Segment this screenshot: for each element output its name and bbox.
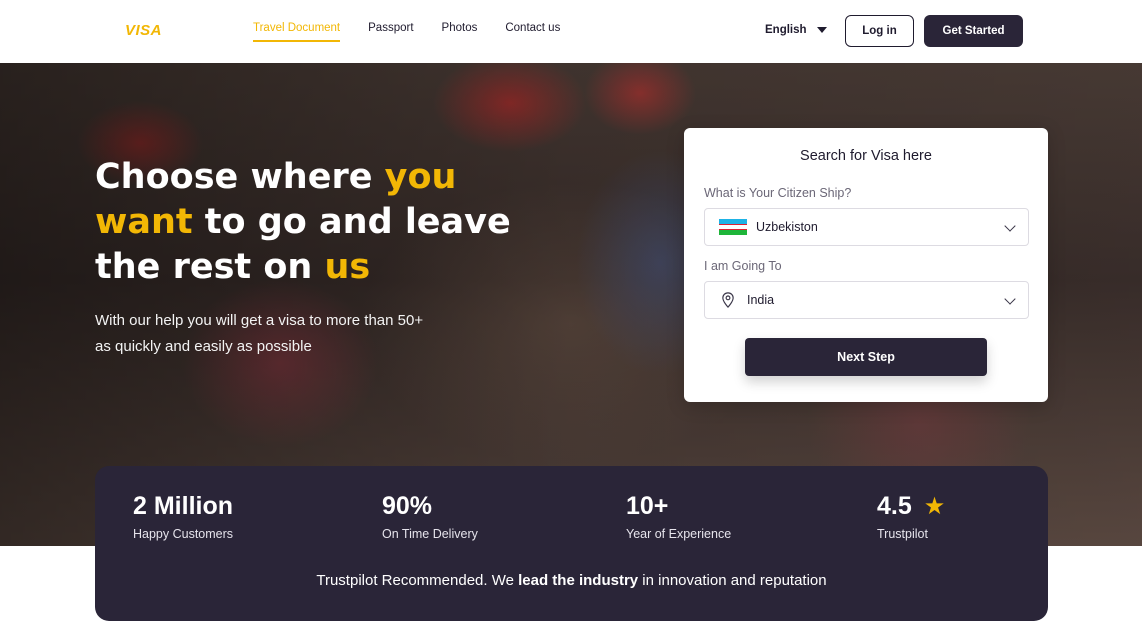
stat-value: 2 Million [133, 492, 233, 520]
hero-subtitle: With our help you will get a visa to mor… [95, 312, 424, 355]
stat-value: 10+ [626, 492, 669, 520]
chevron-down-icon [1004, 220, 1016, 232]
citizenship-label: What is Your Citizen Ship? [704, 186, 852, 200]
search-card-title: Search for Visa here [800, 148, 932, 164]
citizenship-value: Uzbekiston [756, 220, 818, 234]
stat-item: 2 Million Happy Customers [133, 492, 233, 541]
uzbekistan-flag-icon [719, 219, 747, 236]
stats-panel: 2 Million Happy Customers 90% On Time De… [95, 466, 1048, 621]
nav-link-contact[interactable]: Contact us [505, 22, 560, 42]
get-started-button[interactable]: Get Started [924, 15, 1023, 47]
stat-item: 10+ Year of Experience [626, 492, 731, 541]
nav-link-travel-document[interactable]: Travel Document [253, 22, 341, 42]
location-pin-icon [722, 292, 734, 308]
visa-search-card: Search for Visa here What is Your Citize… [684, 128, 1048, 402]
stat-label: Trustpilot [877, 527, 928, 541]
hero-title: Choose where you want to go and leave th… [95, 155, 565, 290]
chevron-down-icon [1004, 293, 1016, 305]
language-selector[interactable]: English [765, 24, 827, 36]
language-label: English [765, 24, 807, 36]
destination-value: India [747, 293, 775, 307]
stat-label: Year of Experience [626, 527, 732, 541]
nav-links: Travel Document Passport Photos Contact … [253, 22, 560, 42]
stat-item: 4.5 ★ Trustpilot [877, 492, 945, 541]
destination-label: I am Going To [704, 259, 782, 273]
rating-value: 4.5 [877, 492, 912, 520]
footer-text: Trustpilot Recommended. We [316, 572, 519, 589]
hero-title-text: Choose where [95, 157, 385, 197]
stat-label: Happy Customers [133, 527, 234, 541]
destination-select[interactable]: India [704, 281, 1029, 319]
next-step-button[interactable]: Next Step [745, 338, 987, 376]
star-icon: ★ [923, 493, 946, 520]
stat-item: 90% On Time Delivery [382, 492, 478, 541]
stats-footer-text: Trustpilot Recommended. We lead the indu… [95, 572, 1048, 589]
nav-link-photos[interactable]: Photos [442, 22, 478, 42]
logo[interactable]: VISA [125, 22, 162, 39]
hero-title-highlight: us [324, 247, 371, 287]
stat-label: On Time Delivery [382, 527, 478, 541]
stat-value: 90% [382, 492, 433, 520]
caret-down-icon [816, 27, 827, 33]
top-nav: VISA Travel Document Passport Photos Con… [0, 0, 1142, 63]
citizenship-select[interactable]: Uzbekiston [704, 208, 1029, 246]
footer-bold-text: lead the industry [518, 572, 639, 589]
nav-link-passport[interactable]: Passport [368, 22, 413, 42]
login-button[interactable]: Log in [845, 15, 914, 47]
footer-text: in innovation and reputation [638, 572, 827, 589]
stat-value-rating: 4.5 ★ [877, 492, 945, 521]
